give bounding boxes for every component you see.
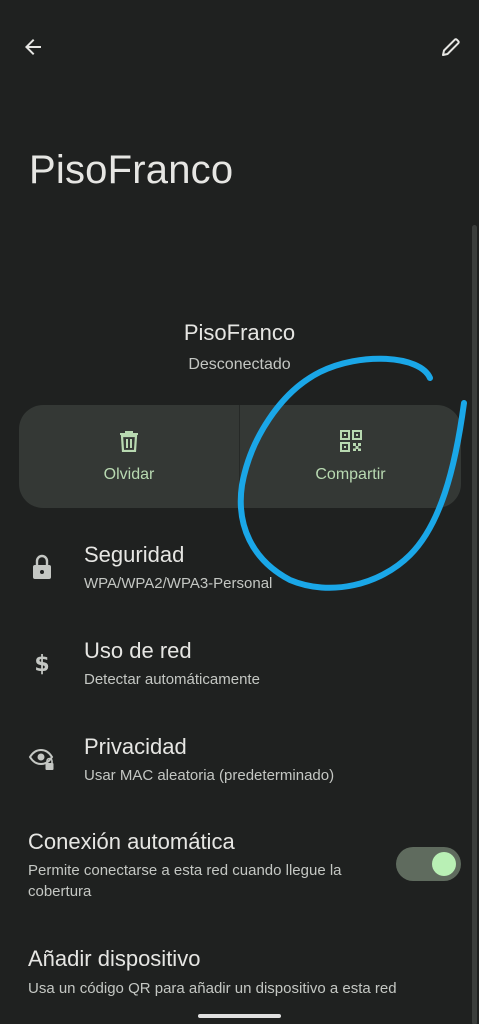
network-usage-row[interactable]: $ Uso de red Detectar automáticamente (0, 631, 479, 703)
lock-icon (28, 553, 56, 581)
privacy-subtitle: Usar MAC aleatoria (predeterminado) (84, 767, 335, 784)
toggle-knob (432, 852, 456, 876)
security-title: Seguridad (84, 542, 185, 567)
svg-text:$: $ (34, 652, 49, 677)
privacy-row[interactable]: Privacidad Usar MAC aleatoria (predeterm… (0, 727, 479, 799)
home-indicator (198, 1014, 281, 1018)
share-label: Compartir (315, 465, 386, 483)
auto-connect-title: Conexión automática (28, 829, 235, 854)
connection-status: Desconectado (188, 356, 291, 373)
network-usage-title: Uso de red (84, 638, 192, 663)
privacy-title: Privacidad (84, 734, 187, 759)
security-subtitle: WPA/WPA2/WPA3-Personal (84, 575, 273, 592)
edit-button[interactable] (427, 23, 475, 71)
forget-button[interactable]: Olvidar (19, 405, 239, 508)
trash-icon (120, 430, 138, 452)
eye-lock-icon (28, 745, 56, 773)
add-device-row[interactable]: Añadir dispositivo Usa un código QR para… (0, 940, 479, 1010)
security-row[interactable]: Seguridad WPA/WPA2/WPA3-Personal (0, 535, 479, 607)
qr-code-icon (339, 429, 362, 452)
page-title: PisoFranco (29, 148, 234, 192)
add-device-title: Añadir dispositivo (28, 946, 201, 971)
share-button[interactable]: Compartir (240, 405, 461, 508)
pencil-icon (442, 38, 460, 56)
network-name: PisoFranco (183, 320, 296, 345)
add-device-subtitle: Usa un código QR para añadir un disposit… (28, 980, 397, 997)
top-app-bar (0, 0, 479, 95)
auto-connect-toggle[interactable] (396, 847, 461, 881)
dollar-icon: $ (28, 649, 56, 677)
action-buttons: Olvidar Compartir (19, 405, 461, 508)
network-usage-subtitle: Detectar automáticamente (84, 671, 260, 688)
back-button[interactable] (9, 23, 57, 71)
auto-connect-subtitle: Permite conectarse a esta red cuando lle… (28, 862, 342, 900)
forget-label: Olvidar (103, 465, 155, 483)
back-arrow-icon (25, 39, 41, 55)
